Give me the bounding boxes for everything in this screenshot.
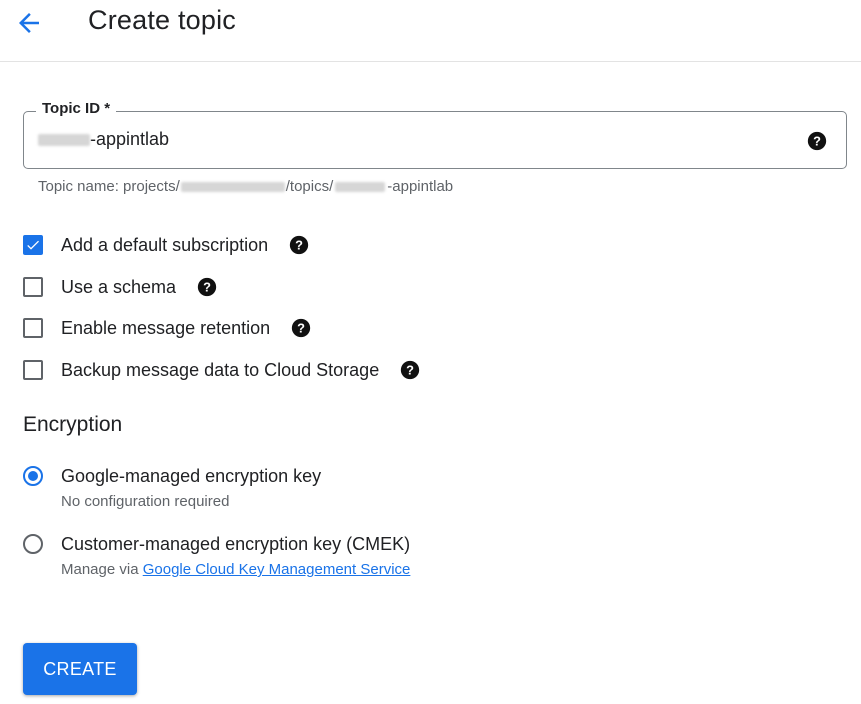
help-icon[interactable]: ? [399,359,421,381]
customer-managed-radio[interactable] [23,534,43,554]
google-managed-radio[interactable] [23,466,43,486]
use-schema-label: Use a schema [61,276,177,297]
help-icon[interactable]: ? [196,276,218,298]
redacted-topic [335,181,386,192]
customer-managed-sub-prefix: Manage via [61,561,143,578]
topic-id-label: Topic ID * [36,100,117,117]
create-button[interactable]: CREATE [23,643,137,695]
topic-id-suffix: -appintlab [90,129,170,149]
encryption-heading: Encryption [23,413,123,436]
hint-middle: /topics/ [285,178,334,195]
svg-text:?: ? [406,363,414,378]
backup-cloud-storage-checkbox[interactable] [23,360,43,380]
page-title: Create topic [88,5,236,35]
customer-managed-sub: Manage via Google Cloud Key Management S… [61,561,410,579]
help-icon[interactable]: ? [806,130,828,157]
hint-suffix: -appintlab [387,178,454,195]
topic-id-value[interactable]: -appintlab [38,129,169,150]
help-icon[interactable]: ? [288,234,310,256]
hint-prefix: Topic name: projects/ [38,178,180,195]
arrow-back-icon [19,13,39,33]
svg-text:?: ? [297,321,305,336]
option-use-schema[interactable]: Use a schema ? [23,274,218,300]
svg-text:?: ? [295,238,303,253]
back-button[interactable] [14,8,44,38]
message-retention-checkbox[interactable] [23,318,43,338]
message-retention-label: Enable message retention [61,317,271,338]
default-subscription-label: Add a default subscription [61,234,269,255]
use-schema-checkbox[interactable] [23,277,43,297]
option-backup-cloud-storage[interactable]: Backup message data to Cloud Storage ? [23,357,421,383]
svg-text:?: ? [813,134,821,149]
google-managed-sub: No configuration required [61,493,230,510]
google-managed-label: Google-managed encryption key [61,466,322,486]
kms-link[interactable]: Google Cloud Key Management Service [143,561,411,578]
topic-id-field[interactable]: Topic ID * -appintlab ? [23,100,847,169]
help-icon[interactable]: ? [290,317,312,339]
redacted-text [38,133,90,146]
page-header: Create topic [0,0,861,62]
default-subscription-checkbox[interactable] [23,235,43,255]
radio-customer-managed-key[interactable]: Customer-managed encryption key (CMEK) M… [23,533,410,579]
svg-text:?: ? [203,280,211,295]
radio-google-managed-key[interactable]: Google-managed encryption key No configu… [23,465,321,511]
option-message-retention[interactable]: Enable message retention ? [23,315,312,341]
topic-name-hint: Topic name: projects/ /topics/ -appintla… [38,178,453,195]
check-icon [27,240,39,250]
redacted-project [180,181,285,192]
option-default-subscription[interactable]: Add a default subscription ? [23,232,310,258]
backup-cloud-storage-label: Backup message data to Cloud Storage [61,359,380,380]
customer-managed-label: Customer-managed encryption key (CMEK) [61,534,411,554]
